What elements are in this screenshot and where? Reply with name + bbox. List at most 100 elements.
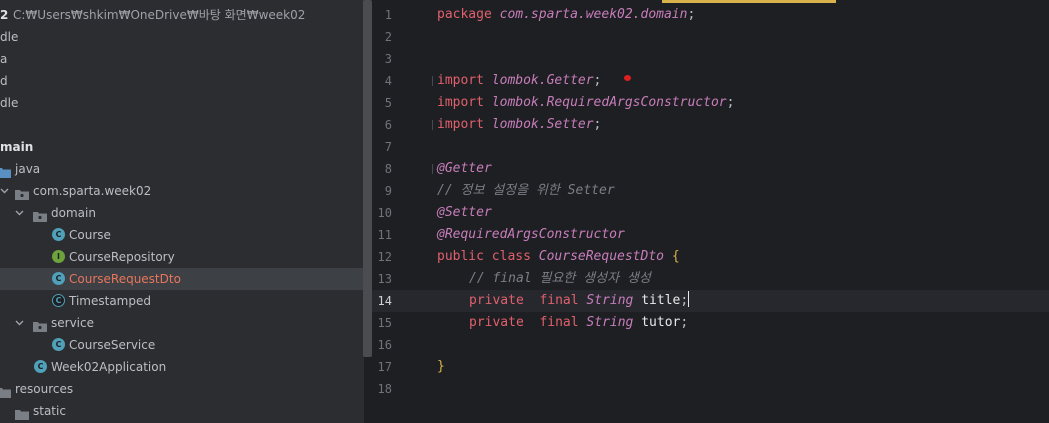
tree-item[interactable]: dle	[0, 92, 364, 114]
class-icon: C	[52, 272, 65, 285]
field-name: title	[641, 293, 681, 308]
code-line-14: private final String title;	[469, 290, 690, 312]
package-icon	[33, 317, 47, 332]
line-number: 9	[384, 184, 392, 198]
tree-item-label: CourseService	[69, 338, 156, 352]
tree-item-timestamped[interactable]: C Timestamped	[0, 290, 364, 312]
code-line-5: import lombok.RequiredArgsConstructor;	[437, 92, 734, 114]
semicolon: ;	[593, 73, 602, 88]
keyword: package	[437, 7, 492, 22]
class-icon: C	[52, 338, 65, 351]
keyword: final	[539, 293, 579, 308]
keyword: import	[437, 73, 484, 88]
tree-item-label: Week02Application	[51, 360, 167, 374]
tree-item-label: Timestamped	[69, 294, 151, 308]
brace-close: }	[437, 359, 445, 374]
keyword: import	[437, 95, 484, 110]
line-number: 13	[377, 272, 392, 286]
tree-item-resources[interactable]: resources	[0, 378, 364, 400]
keyword: public	[437, 249, 484, 264]
folder-icon	[15, 405, 29, 420]
chevron-down-icon[interactable]	[15, 312, 27, 334]
spring-app-icon: C	[34, 360, 47, 373]
semicolon: ;	[687, 7, 696, 22]
line-number: 15	[377, 316, 392, 330]
code-editor[interactable]	[432, 0, 1049, 423]
line-number: 12	[377, 250, 392, 264]
tree-item-label: dle	[0, 96, 19, 110]
project-tree-panel: 2 C:₩Users₩shkim₩OneDrive₩바탕 화면₩week02 d…	[0, 0, 364, 423]
tree-item-course[interactable]: C Course	[0, 224, 364, 246]
active-tab-indicator	[662, 0, 836, 3]
tree-item-label: Course	[69, 228, 111, 242]
tree-item-week02-application[interactable]: C Week02Application	[0, 356, 364, 378]
line-number: 6	[384, 118, 392, 132]
brace-open: {	[671, 249, 680, 264]
line-number: 2	[384, 30, 392, 44]
semicolon: ;	[680, 293, 689, 308]
tree-item-course-repository[interactable]: I CourseRepository	[0, 246, 364, 268]
tree-item[interactable]: a	[0, 48, 364, 70]
line-number: 1	[384, 8, 392, 22]
tree-item-label: resources	[15, 382, 74, 396]
tree-item-label: service	[51, 316, 94, 330]
keyword: class	[491, 249, 531, 264]
type-name: String	[586, 315, 634, 330]
tree-item-label: dle	[0, 30, 19, 44]
tree-scrollbar[interactable]	[363, 0, 372, 357]
semicolon: ;	[726, 95, 735, 110]
tree-item-label: d	[0, 74, 8, 88]
tree-item-main[interactable]: main	[0, 136, 364, 158]
tree-item-label: domain	[51, 206, 96, 220]
line-number: 11	[377, 228, 392, 242]
tree-root-path: C:₩Users₩shkim₩OneDrive₩바탕 화면₩week02	[13, 8, 306, 22]
folder-icon	[0, 163, 11, 178]
tree-root[interactable]: 2 C:₩Users₩shkim₩OneDrive₩바탕 화면₩week02	[0, 4, 364, 26]
annotation-getter: @Getter	[437, 161, 492, 176]
line-number: 16	[377, 338, 392, 352]
tree-item-course-request-dto[interactable]: C CourseRequestDto	[0, 268, 364, 290]
tree-item-java[interactable]: java	[0, 158, 364, 180]
code-line-1: package com.sparta.week02.domain;	[437, 4, 695, 26]
import-name: lombok.RequiredArgsConstructor	[491, 95, 727, 110]
line-number: 10	[377, 206, 392, 220]
import-name: lombok.Setter	[491, 117, 594, 132]
code-line-12: public class CourseRequestDto {	[437, 246, 680, 268]
tree-item-course-service[interactable]: C CourseService	[0, 334, 364, 356]
line-number: 17	[377, 360, 392, 374]
text-caret	[688, 291, 690, 307]
keyword: final	[539, 315, 579, 330]
tree-item-package[interactable]: com.sparta.week02	[0, 180, 364, 202]
line-number: 7	[384, 140, 392, 154]
chevron-down-icon[interactable]	[0, 180, 12, 202]
tree-item-static[interactable]: static	[0, 400, 364, 422]
tree-item-domain[interactable]: domain	[0, 202, 364, 224]
code-line-4: import lombok.Getter;	[437, 70, 601, 92]
code-line-15: private final String tutor;	[469, 312, 688, 334]
line-number-current: 14	[377, 294, 392, 308]
line-number: 4	[384, 74, 392, 88]
annotation-required-args: @RequiredArgsConstructor	[437, 227, 625, 242]
annotation-setter: @Setter	[437, 205, 492, 220]
tree-item[interactable]: d	[0, 70, 364, 92]
tree-item[interactable]: dle	[0, 26, 364, 48]
line-number: 18	[377, 382, 392, 396]
semicolon: ;	[680, 315, 689, 330]
tree-item-label: main	[0, 140, 34, 154]
tree-item-service[interactable]: service	[0, 312, 364, 334]
package-icon	[15, 185, 29, 200]
field-name: tutor	[641, 315, 681, 330]
code-line-6: import lombok.Setter;	[437, 114, 601, 136]
chevron-down-icon[interactable]	[15, 202, 27, 224]
tree-item-label: a	[0, 52, 8, 66]
line-number: 8	[384, 162, 392, 176]
interface-icon: I	[52, 250, 65, 263]
class-name: CourseRequestDto	[538, 249, 664, 264]
tree-item-label: com.sparta.week02	[33, 184, 152, 198]
keyword: private	[469, 315, 524, 330]
package-icon	[33, 207, 47, 222]
type-name: String	[586, 293, 634, 308]
keyword: private	[469, 293, 524, 308]
tree-item-label: CourseRequestDto	[69, 272, 181, 286]
package-name: com.sparta.week02.domain	[499, 7, 688, 22]
